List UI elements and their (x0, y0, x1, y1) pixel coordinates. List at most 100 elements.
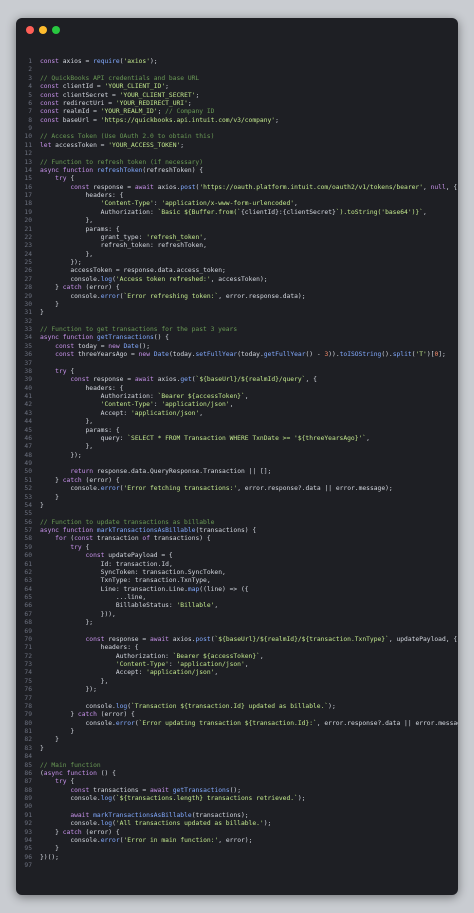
line-number: 1 (28, 58, 32, 65)
line-number: 96 (24, 853, 32, 861)
code-line: 16 const response = await axios.post('ht… (16, 184, 458, 192)
code-text: console.error('Error in main function:',… (70, 836, 253, 844)
code-line: 88 const transactions = await getTransac… (16, 787, 458, 795)
maximize-dot-icon[interactable] (52, 26, 60, 34)
code-text: Authorization: `Bearer ${accessToken}`, (115, 652, 264, 660)
code-text: } (40, 493, 59, 501)
code-text: Authorization: `Bearer ${accessToken}`, (100, 393, 249, 400)
code-line: 60 const updatePayload = { (16, 552, 458, 560)
line-number: 39 (24, 376, 32, 384)
line-number: 87 (24, 778, 32, 786)
line-number: 42 (24, 401, 32, 409)
code-text: // Function to update transactions as bi… (40, 518, 215, 526)
code-line: 73 'Content-Type': 'application/json', (16, 661, 458, 669)
code-text: Authorization: `Basic ${Buffer.from(`{cl… (100, 208, 427, 216)
line-number: 52 (24, 485, 32, 493)
code-line: 48 }); (16, 452, 458, 460)
code-line: 38 try { (16, 368, 458, 376)
code-text: } (40, 309, 44, 317)
close-dot-icon[interactable] (26, 26, 34, 34)
code-text: console.log('All transactions updated as… (70, 820, 272, 828)
code-editor[interactable]: 1 const axios = require('axios'); 2 3 // Qui… (16, 58, 458, 870)
code-line: 27 console.log('Access token refreshed:'… (16, 276, 458, 284)
line-number: 22 (24, 233, 32, 241)
code-line: 68 }; (16, 619, 458, 627)
code-line: 18 'Content-Type': 'application/x-www-fo… (16, 200, 458, 208)
line-number: 88 (24, 786, 32, 794)
code-line: 8 const baseUrl = 'https://quickbooks.api… (16, 117, 458, 125)
line-number: 83 (24, 744, 32, 752)
code-line: 82 } (16, 736, 458, 744)
code-text: } (40, 728, 75, 735)
line-number: 14 (24, 166, 32, 174)
line-number: 75 (24, 677, 32, 685)
code-line: 77 (16, 695, 458, 703)
code-text: grant_type: 'refresh_token', (100, 233, 207, 241)
code-line: 15 try { (16, 175, 458, 183)
line-number: 28 (24, 284, 32, 292)
code-text: console.error('Error fetching transactio… (70, 485, 393, 493)
code-line: 75 }, (16, 678, 458, 686)
line-number: 18 (24, 200, 32, 208)
code-line: 21 params: { (16, 226, 458, 234)
code-text: headers: { (100, 644, 139, 652)
window-titlebar (16, 18, 458, 42)
line-number: 3 (28, 74, 32, 82)
line-number: 10 (24, 133, 32, 141)
line-number: 11 (24, 141, 32, 149)
line-number: 89 (24, 795, 32, 802)
line-number: 94 (24, 836, 32, 844)
code-line: 65 ...line, (16, 594, 458, 602)
code-line: 22 grant_type: 'refresh_token', (16, 234, 458, 242)
line-number: 12 (24, 150, 32, 158)
code-line: 86 (async function () { (16, 770, 458, 778)
code-text: const axios = require('axios'); (40, 58, 158, 65)
line-number: 49 (24, 460, 32, 467)
code-text: BillableStatus: 'Billable', (115, 602, 219, 610)
code-line: 31} (16, 309, 458, 317)
code-line: 29 console.error(`Error refreshing token… (16, 293, 458, 301)
code-line: 95 } (16, 845, 458, 853)
minimize-dot-icon[interactable] (39, 26, 47, 34)
code-line: 62 SyncToken: transaction.SyncToken, (16, 569, 458, 577)
code-line: 79 } catch (error) { (16, 711, 458, 719)
code-text: // Function to get transactions for the … (40, 326, 238, 333)
line-number: 21 (24, 225, 32, 233)
code-line: 56 // Function to update transactions as … (16, 519, 458, 527)
code-text: const clientSecret = 'YOUR_CLIENT_SECRET… (40, 91, 200, 99)
code-line: 54} (16, 502, 458, 510)
line-number: 65 (24, 594, 32, 601)
code-line: 91 await markTransactionsAsBillable(tran… (16, 812, 458, 820)
code-text: return response.data.QueryResponse.Trans… (70, 468, 272, 476)
code-text: const today = new Date(); (55, 342, 150, 350)
code-line: 26 accessToken = response.data.access_to… (16, 267, 458, 275)
line-number: 19 (24, 208, 32, 216)
code-text: try { (70, 543, 90, 551)
code-line: 89 console.log(`${transactions.length} t… (16, 795, 458, 803)
line-number: 30 (24, 300, 32, 308)
code-text: try { (55, 778, 75, 786)
line-number: 6 (28, 99, 32, 107)
code-line: 24 }, (16, 251, 458, 259)
code-window: 1 const axios = require('axios'); 2 3 // Qui… (16, 18, 458, 895)
code-text: 'Content-Type': 'application/x-www-form-… (100, 200, 298, 208)
line-number: 33 (24, 326, 32, 333)
line-number: 35 (24, 342, 32, 350)
code-line: 51 } catch (error) { (16, 477, 458, 485)
code-text: const threeYearsAgo = new Date(today.set… (55, 351, 446, 359)
code-text: console.log('Access token refreshed:', a… (70, 275, 268, 283)
line-number: 34 (24, 334, 32, 342)
code-text: async function getTransactions() { (40, 334, 169, 342)
code-text: async function refreshToken(refreshToken… (40, 166, 204, 174)
line-number: 69 (24, 627, 32, 635)
code-line: 63 TxnType: transaction.TxnType, (16, 577, 458, 585)
code-line: 5 const clientSecret = 'YOUR_CLIENT_SECRE… (16, 92, 458, 100)
code-line: 78 console.log(`Transaction ${transactio… (16, 703, 458, 711)
code-text: // Main function (40, 761, 101, 769)
code-line: 72 Authorization: `Bearer ${accessToken}… (16, 653, 458, 661)
code-text: const realmId = 'YOUR_REALM_ID'; // Comp… (40, 108, 215, 116)
code-line: 71 headers: { (16, 644, 458, 652)
line-number: 58 (24, 535, 32, 543)
code-text: }); (40, 686, 97, 694)
code-line: 45 params: { (16, 427, 458, 435)
